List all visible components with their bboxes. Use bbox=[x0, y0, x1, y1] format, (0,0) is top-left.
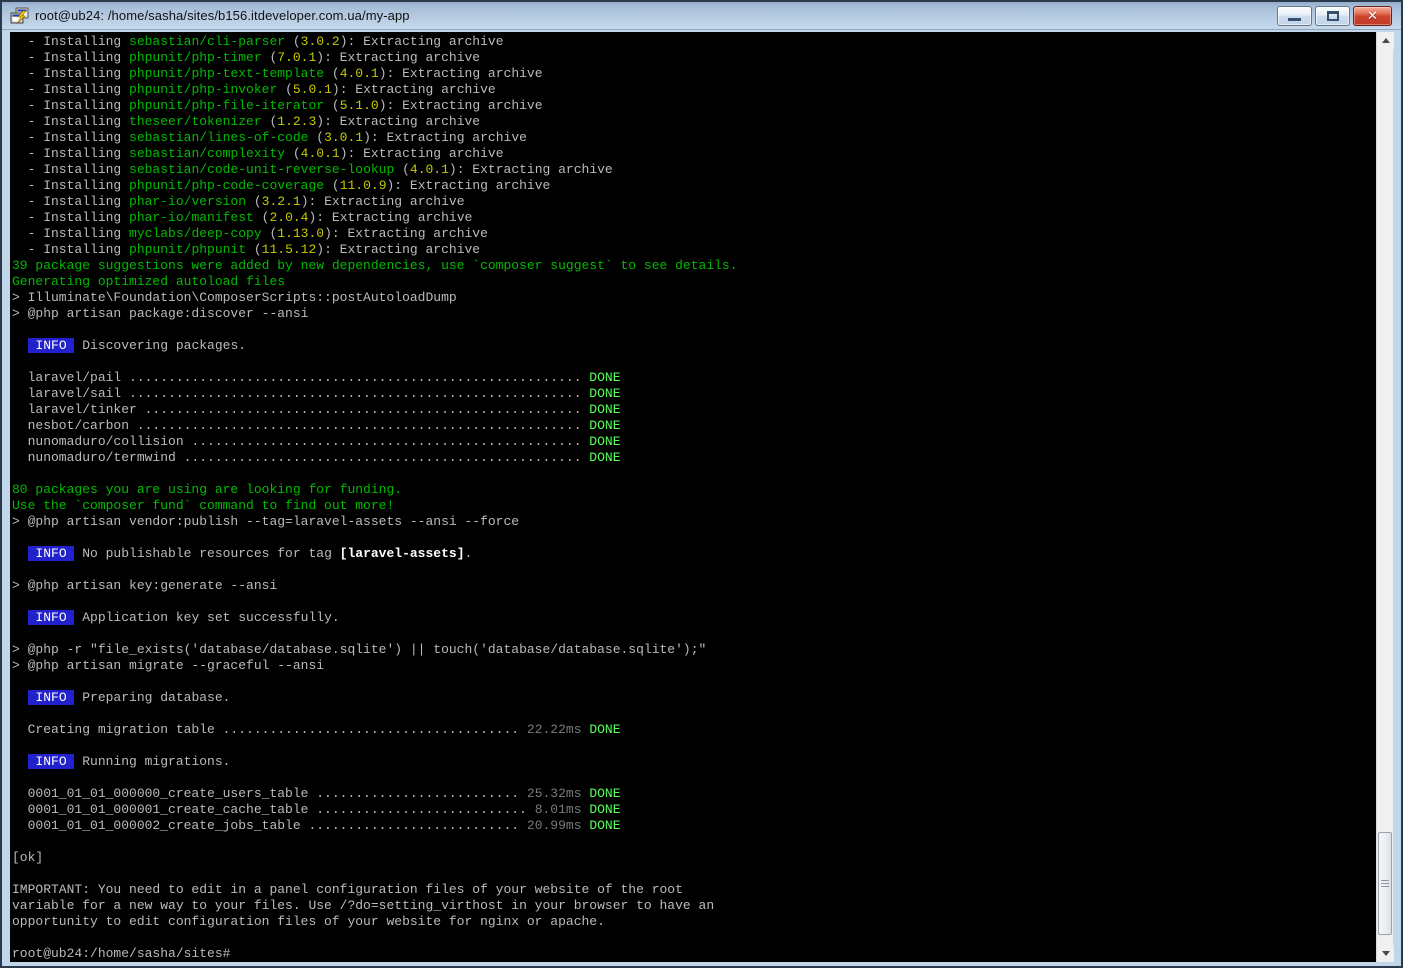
terminal-line: nunomaduro/collision ...................… bbox=[12, 434, 1380, 450]
terminal-line: - Installing phpunit/php-code-coverage (… bbox=[12, 178, 1380, 194]
terminal-line: - Installing phar-io/version (3.2.1): Ex… bbox=[12, 194, 1380, 210]
terminal-line: - Installing phpunit/php-text-template (… bbox=[12, 66, 1380, 82]
terminal-line: - Installing phpunit/php-file-iterator (… bbox=[12, 98, 1380, 114]
terminal-line: > @php -r "file_exists('database/databas… bbox=[12, 642, 1380, 658]
terminal-line bbox=[12, 530, 1380, 546]
terminal-line: > Illuminate\Foundation\ComposerScripts:… bbox=[12, 290, 1380, 306]
terminal-line bbox=[12, 706, 1380, 722]
scrollbar-grip-icon bbox=[1381, 880, 1389, 888]
terminal-output[interactable]: - Installing sebastian/cli-parser (3.0.2… bbox=[10, 32, 1380, 962]
maximize-icon bbox=[1327, 11, 1339, 21]
terminal-line: - Installing sebastian/complexity (4.0.1… bbox=[12, 146, 1380, 162]
terminal-line: 0001_01_01_000000_create_users_table ...… bbox=[12, 786, 1380, 802]
terminal-line: Creating migration table ...............… bbox=[12, 722, 1380, 738]
terminal-line: - Installing theseer/tokenizer (1.2.3): … bbox=[12, 114, 1380, 130]
scroll-down-icon bbox=[1382, 951, 1390, 956]
scroll-down-button[interactable] bbox=[1377, 945, 1394, 962]
scrollbar-thumb[interactable] bbox=[1378, 832, 1392, 935]
terminal-line bbox=[12, 866, 1380, 882]
terminal-line: 0001_01_01_000001_create_cache_table ...… bbox=[12, 802, 1380, 818]
terminal-line bbox=[12, 562, 1380, 578]
terminal-line bbox=[12, 626, 1380, 642]
putty-window: root@ub24: /home/sasha/sites/b156.itdeve… bbox=[0, 0, 1403, 968]
terminal-line: INFO Discovering packages. bbox=[12, 338, 1380, 354]
terminal-line: laravel/sail ...........................… bbox=[12, 386, 1380, 402]
terminal-line: IMPORTANT: You need to edit in a panel c… bbox=[12, 882, 1380, 898]
terminal-line: > @php artisan migrate --graceful --ansi bbox=[12, 658, 1380, 674]
terminal-line: - Installing phpunit/php-timer (7.0.1): … bbox=[12, 50, 1380, 66]
terminal-line: - Installing phpunit/php-invoker (5.0.1)… bbox=[12, 82, 1380, 98]
terminal-line: - Installing sebastian/cli-parser (3.0.2… bbox=[12, 34, 1380, 50]
terminal-line: INFO Running migrations. bbox=[12, 754, 1380, 770]
titlebar[interactable]: root@ub24: /home/sasha/sites/b156.itdeve… bbox=[2, 2, 1401, 30]
terminal-line bbox=[12, 738, 1380, 754]
terminal-line bbox=[12, 354, 1380, 370]
terminal-line: laravel/tinker .........................… bbox=[12, 402, 1380, 418]
terminal-line: > @php artisan package:discover --ansi bbox=[12, 306, 1380, 322]
terminal-line bbox=[12, 466, 1380, 482]
terminal-line bbox=[12, 930, 1380, 946]
terminal-line: 39 package suggestions were added by new… bbox=[12, 258, 1380, 274]
terminal-line bbox=[12, 834, 1380, 850]
terminal-line: > @php artisan key:generate --ansi bbox=[12, 578, 1380, 594]
terminal-line: > @php artisan vendor:publish --tag=lara… bbox=[12, 514, 1380, 530]
terminal-line: laravel/pail ...........................… bbox=[12, 370, 1380, 386]
terminal-line: opportunity to edit configuration files … bbox=[12, 914, 1380, 930]
close-button[interactable]: ✕ bbox=[1353, 6, 1392, 26]
terminal-line: - Installing sebastian/lines-of-code (3.… bbox=[12, 130, 1380, 146]
terminal-line bbox=[12, 594, 1380, 610]
terminal-line: root@ub24:/home/sasha/sites# bbox=[12, 946, 1380, 962]
scroll-up-icon bbox=[1382, 38, 1390, 43]
terminal-line bbox=[12, 674, 1380, 690]
putty-app-icon bbox=[10, 7, 30, 25]
terminal-line: [ok] bbox=[12, 850, 1380, 866]
terminal-line: - Installing sebastian/code-unit-reverse… bbox=[12, 162, 1380, 178]
scrollbar[interactable] bbox=[1376, 32, 1393, 962]
terminal-line: INFO Preparing database. bbox=[12, 690, 1380, 706]
terminal-line: variable for a new way to your files. Us… bbox=[12, 898, 1380, 914]
minimize-icon bbox=[1288, 18, 1301, 21]
terminal-line: nunomaduro/termwind ....................… bbox=[12, 450, 1380, 466]
minimize-button[interactable] bbox=[1277, 6, 1312, 26]
terminal-line: 0001_01_01_000002_create_jobs_table ....… bbox=[12, 818, 1380, 834]
terminal-line: nesbot/carbon ..........................… bbox=[12, 418, 1380, 434]
terminal-line: 80 packages you are using are looking fo… bbox=[12, 482, 1380, 498]
terminal-line bbox=[12, 322, 1380, 338]
terminal-line: - Installing phpunit/phpunit (11.5.12): … bbox=[12, 242, 1380, 258]
scroll-up-button[interactable] bbox=[1377, 32, 1394, 49]
terminal-line: Generating optimized autoload files bbox=[12, 274, 1380, 290]
terminal-line: - Installing phar-io/manifest (2.0.4): E… bbox=[12, 210, 1380, 226]
terminal-line: Use the `composer fund` command to find … bbox=[12, 498, 1380, 514]
maximize-button[interactable] bbox=[1315, 6, 1350, 26]
terminal-line: INFO No publishable resources for tag [l… bbox=[12, 546, 1380, 562]
terminal-line: - Installing myclabs/deep-copy (1.13.0):… bbox=[12, 226, 1380, 242]
window-title: root@ub24: /home/sasha/sites/b156.itdeve… bbox=[35, 8, 410, 23]
window-controls: ✕ bbox=[1277, 6, 1392, 26]
terminal-line bbox=[12, 770, 1380, 786]
terminal-line: INFO Application key set successfully. bbox=[12, 610, 1380, 626]
close-icon: ✕ bbox=[1367, 10, 1378, 23]
